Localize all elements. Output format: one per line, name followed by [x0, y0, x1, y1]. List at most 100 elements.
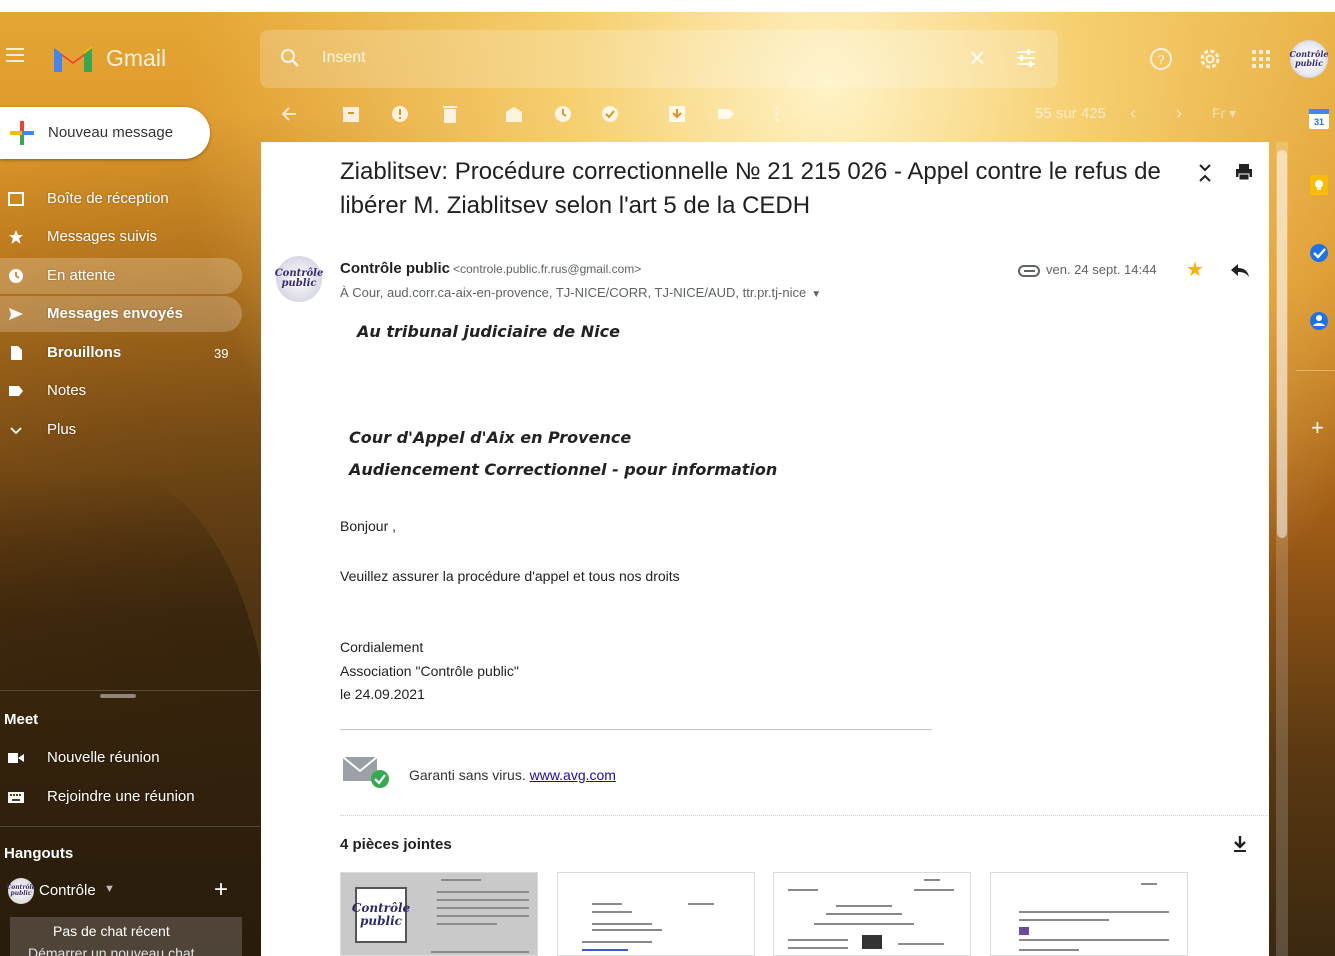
avg-notice: Garanti sans virus. www.avg.com: [409, 767, 616, 783]
text-line: [592, 923, 652, 925]
label-tag-icon[interactable]: [716, 104, 736, 124]
join-meeting-item[interactable]: Rejoindre une réunion: [0, 779, 242, 815]
search-input[interactable]: Insent: [322, 49, 366, 67]
sidebar-item-snoozed[interactable]: En attente: [0, 258, 242, 294]
search-bar[interactable]: Insent ✕: [260, 30, 1058, 88]
add-task-icon[interactable]: [601, 104, 621, 124]
text-line: [836, 905, 892, 907]
sidebar-item-notes[interactable]: Notes: [0, 373, 242, 409]
attachment-thumbnail-2[interactable]: [557, 872, 755, 956]
sidebar-item-label: Plus: [47, 421, 77, 438]
archive-icon[interactable]: [341, 104, 361, 124]
star-icon[interactable]: ★: [1186, 260, 1204, 280]
expand-all-icon[interactable]: [1196, 162, 1214, 184]
text-line: [788, 889, 818, 891]
chevron-down-icon: [8, 422, 24, 438]
sidebar-item-label: En attente: [47, 267, 116, 284]
search-options-icon[interactable]: [1014, 46, 1038, 70]
hangouts-user-row[interactable]: Contrôle public Contrôle ▼ +: [6, 876, 248, 904]
apps-grid-icon[interactable]: [1248, 46, 1274, 72]
text-line: [437, 891, 529, 893]
sidebar-item-more[interactable]: Plus: [0, 412, 242, 448]
text-line: [898, 943, 944, 945]
compose-plus-icon: [8, 119, 36, 147]
star-icon: [8, 229, 24, 245]
meet-new-label: Nouvelle réunion: [47, 749, 160, 766]
calendar-app-icon[interactable]: 31: [1308, 108, 1330, 130]
text-line: [1019, 911, 1169, 913]
avg-mail-icon: [342, 754, 392, 790]
sidebar-item-inbox[interactable]: Boîte de réception: [0, 181, 242, 217]
download-all-icon[interactable]: [1230, 834, 1250, 854]
meet-title: Meet: [4, 711, 39, 728]
attachments-divider: [340, 815, 1268, 816]
settings-gear-icon[interactable]: [1197, 46, 1223, 72]
main-menu-icon[interactable]: [6, 48, 24, 62]
message-subject: Ziablitsev: Procédure correctionnelle № …: [340, 158, 1161, 219]
delete-icon[interactable]: [440, 104, 460, 124]
attachment-thumbnail-4[interactable]: [990, 872, 1188, 956]
contacts-app-icon[interactable]: [1308, 310, 1330, 332]
scrollbar-thumb[interactable]: [1277, 150, 1287, 538]
hangouts-avatar: Contrôle public: [6, 878, 36, 904]
new-chat-plus-icon[interactable]: +: [214, 876, 228, 904]
input-tools-select[interactable]: Fr ▾: [1212, 105, 1236, 122]
chat-list: Pas de chat récent Démarrer un nouveau c…: [10, 917, 242, 956]
start-new-chat-link[interactable]: Démarrer un nouveau chat: [28, 945, 195, 956]
mark-unread-icon[interactable]: [504, 104, 524, 124]
no-recent-chat: Pas de chat récent: [53, 923, 170, 939]
sidebar-item-label: Messages envoyés: [47, 305, 183, 322]
snooze-clock-icon[interactable]: [553, 104, 573, 124]
more-vert-icon[interactable]: [767, 104, 787, 124]
get-addons-plus-icon[interactable]: +: [1311, 415, 1324, 441]
search-icon[interactable]: [280, 48, 300, 68]
move-to-icon[interactable]: [667, 104, 687, 124]
account-avatar[interactable]: Contrôle public: [1290, 40, 1328, 78]
tasks-app-icon[interactable]: [1308, 242, 1330, 264]
clear-search-icon[interactable]: ✕: [968, 46, 986, 72]
divider: [0, 690, 260, 691]
help-icon[interactable]: ?: [1148, 46, 1174, 72]
attachment-thumbnail-3[interactable]: [773, 872, 971, 956]
avg-link[interactable]: www.avg.com: [530, 767, 616, 783]
draft-icon: [8, 345, 24, 361]
body-date: le 24.09.2021: [340, 686, 425, 702]
recipients-line: À Cour, aud.corr.ca-aix-en-provence, TJ-…: [340, 285, 821, 300]
text-line: [1019, 949, 1079, 951]
text-line: [1019, 919, 1109, 921]
keep-app-icon[interactable]: [1308, 174, 1330, 196]
drafts-count: 39: [214, 346, 229, 361]
svg-text:?: ?: [1157, 52, 1164, 67]
newer-chevron-icon[interactable]: ‹: [1130, 103, 1136, 124]
divider: [0, 826, 260, 827]
svg-text:31: 31: [1314, 117, 1324, 127]
body-request: Veuillez assurer la procédure d'appel et…: [340, 568, 680, 584]
sidebar-item-sent[interactable]: Messages envoyés: [0, 296, 242, 332]
caret-down-icon[interactable]: ▼: [104, 883, 115, 895]
sidebar-item-drafts[interactable]: Brouillons 39: [0, 335, 242, 371]
sender-email: <controle.public.fr.rus@gmail.com>: [453, 262, 642, 276]
lang-label: Fr: [1212, 105, 1226, 121]
print-icon[interactable]: [1234, 162, 1254, 182]
body-association: Association "Contrôle public": [340, 663, 519, 679]
compose-button[interactable]: Nouveau message: [0, 107, 210, 159]
older-chevron-icon[interactable]: ›: [1176, 103, 1182, 124]
back-arrow-icon[interactable]: [280, 104, 300, 124]
message-date: ven. 24 sept. 14:44: [1046, 262, 1157, 277]
gmail-logo-icon[interactable]: [52, 42, 94, 74]
sender-avatar[interactable]: Contrôle public: [275, 256, 323, 302]
report-spam-icon[interactable]: [390, 104, 410, 124]
sender-name[interactable]: Contrôle public: [340, 260, 450, 277]
show-details-caret-icon[interactable]: ▼: [811, 289, 821, 300]
attachment-thumbnail-1[interactable]: Contrôle public: [340, 872, 538, 956]
text-line: [592, 903, 622, 905]
sidebar-item-starred[interactable]: Messages suivis: [0, 219, 242, 255]
text-line: [437, 923, 497, 925]
header: Gmail Insent ✕ ? Contrôle public: [0, 12, 1335, 88]
sidebar-resize-handle[interactable]: [100, 694, 136, 698]
new-meeting-item[interactable]: Nouvelle réunion: [0, 740, 242, 776]
body-closing: Cordialement: [340, 639, 424, 655]
body-greeting: Bonjour ,: [340, 518, 397, 534]
reply-icon[interactable]: [1229, 260, 1251, 280]
text-line: [582, 949, 628, 951]
